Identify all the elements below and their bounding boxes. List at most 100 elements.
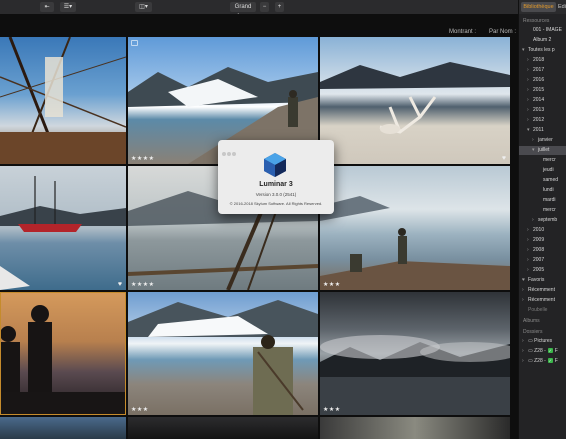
sidebar-item[interactable]: › 2008 [519, 246, 566, 255]
photo-thumbnail[interactable]: ★★★ [128, 292, 318, 415]
folder-item[interactable]: › ▭ Pictures [519, 337, 566, 346]
sidebar-tabs: Bibliothèque Edi [519, 0, 566, 14]
thumbnail-size-select[interactable]: Grand for... [230, 2, 256, 20]
folder-extra-label: F [554, 348, 558, 354]
sidebar-item[interactable]: › 2009 [519, 236, 566, 245]
sidebar-item[interactable]: lundi [519, 186, 566, 195]
photo-thumbnail[interactable] [0, 417, 126, 439]
sidebar-item[interactable]: › 2007 [519, 256, 566, 265]
folder-item[interactable]: › ▭ Z28 - ✓ F [519, 357, 566, 366]
folder-item[interactable]: › ▭ Z28 - ✓ F [519, 347, 566, 356]
sidebar-item-label: 2005 [533, 267, 545, 273]
rating-stars: ★★★★ [131, 156, 155, 162]
rating-stars: ★★★ [323, 282, 341, 288]
sidebar-item[interactable]: › 2016 [519, 76, 566, 85]
sidebar-item-label: 2011 [533, 127, 544, 133]
sidebar-item[interactable]: 001 - IMAGE [519, 26, 566, 35]
sidebar-item-label: mercr [543, 207, 556, 213]
about-dialog: Luminar 3 Version 3.0.0 (2541) © 2016-20… [218, 140, 334, 214]
list-view-button[interactable]: ☰▾ [60, 2, 76, 12]
sidebar-item[interactable]: Poubelle [519, 306, 566, 315]
close-button[interactable] [222, 152, 226, 156]
sidebar-item-label: mardi [543, 197, 556, 203]
sidebar-item[interactable]: Album 2 [519, 36, 566, 45]
sidebar-item[interactable]: mercr [519, 206, 566, 215]
sidebar-item[interactable]: mercr [519, 156, 566, 165]
folders-heading: Dossiers [523, 329, 543, 335]
folder-extra-label: F [554, 358, 558, 364]
photo-thumbnail[interactable]: ★★★ [320, 292, 510, 415]
app-copyright: © 2016-2018 Skylum Software. All Rights … [229, 201, 323, 206]
sidebar-item-label: 2015 [533, 87, 545, 93]
check-icon[interactable]: ✓ [547, 358, 553, 364]
sidebar-item[interactable]: › 2005 [519, 266, 566, 275]
photo-thumbnail[interactable]: ♥ [0, 166, 126, 290]
sidebar-item[interactable]: ▾ 2011 [519, 126, 566, 135]
photo-grid: ★★★★ ★★ ♥ ♥ ★★★★ [0, 37, 518, 439]
rating-stars: ★★★ [323, 407, 341, 413]
sidebar-item-label: 2018 [533, 57, 545, 63]
sidebar-item-label: septemb [538, 217, 558, 223]
sidebar-item[interactable]: › Récemment [519, 296, 566, 305]
sidebar-item-label: 2009 [533, 237, 545, 243]
photo-thumbnail[interactable] [0, 292, 126, 415]
tab-library[interactable]: Bibliothèque [521, 2, 556, 12]
folder-label: Z28 - [534, 358, 546, 364]
sidebar-item[interactable]: › janvier [519, 136, 566, 145]
minimize-button[interactable] [227, 152, 231, 156]
import-button[interactable]: ⇤ [40, 2, 54, 12]
sidebar-item-label: juillet [538, 147, 550, 153]
zoom-out-button[interactable]: − [260, 2, 269, 12]
photo-thumbnail[interactable]: ★★ ♥ [320, 37, 510, 164]
sidebar-toggle-button[interactable]: ◫▾ [135, 2, 152, 12]
sidebar-item-label: mercr [543, 157, 556, 163]
sidebar-item[interactable]: › 2015 [519, 86, 566, 95]
top-toolbar: ⇤ ☰▾ ◫▾ Grand for... − + [0, 0, 518, 20]
sidebar-item-label: Récemment [528, 287, 555, 293]
rating-stars: ★★★ [131, 407, 149, 413]
sidebar-item-label: 2012 [533, 117, 545, 123]
sidebar-item[interactable]: › Récemment [519, 286, 566, 295]
ship-rigging-image [0, 37, 126, 164]
photo-thumbnail[interactable]: ★★★ [320, 166, 510, 290]
tab-edit[interactable]: Edi [558, 2, 566, 12]
sort-order-dropdown[interactable]: Par Nom : [489, 29, 516, 35]
sidebar-item-label: 2017 [533, 67, 545, 73]
edited-badge [131, 40, 138, 46]
sidebar-item[interactable]: mardi [519, 196, 566, 205]
sidebar-item-label: 2013 [533, 107, 545, 113]
zoom-button[interactable] [232, 152, 236, 156]
check-icon[interactable]: ✓ [547, 348, 553, 354]
sidebar-item-label: 2014 [533, 97, 545, 103]
window-controls [222, 143, 237, 161]
red-sailboat-image [0, 176, 126, 290]
favorite-heart-icon[interactable]: ♥ [118, 281, 122, 288]
sidebar-item-label: 001 - IMAGE [533, 27, 562, 33]
sidebar-item[interactable]: samed [519, 176, 566, 185]
folder-label: Z28 - [534, 348, 546, 354]
sidebar-item[interactable]: ♥ Favoris [519, 276, 566, 285]
app-name: Luminar 3 [259, 181, 293, 188]
hikers-fjord-image [320, 196, 510, 290]
sidebar-item[interactable]: › 2010 [519, 226, 566, 235]
photo-thumbnail[interactable] [320, 417, 510, 439]
sidebar-item[interactable]: › 2014 [519, 96, 566, 105]
sidebar-item[interactable]: › 2018 [519, 56, 566, 65]
sidebar-item[interactable]: ▾ Toutes les p [519, 46, 566, 55]
sidebar-item[interactable]: › 2017 [519, 66, 566, 75]
photo-thumbnail[interactable] [128, 417, 318, 439]
sidebar-item-label: Favoris [528, 277, 545, 283]
sidebar-item[interactable]: ▾ juillet [519, 146, 566, 155]
favorite-heart-icon[interactable]: ♥ [502, 155, 506, 162]
sidebar-item[interactable]: › septemb [519, 216, 566, 225]
folder-label: Pictures [534, 338, 553, 344]
photo-thumbnail[interactable] [0, 37, 126, 164]
sidebar-item[interactable]: jeudi [519, 166, 566, 175]
silhouettes-image [0, 305, 126, 415]
show-filter-dropdown[interactable]: Montrant : [449, 29, 476, 35]
zoom-in-button[interactable]: + [275, 2, 284, 12]
sidebar-item[interactable]: › 2013 [519, 106, 566, 115]
library-sidebar: Bibliothèque Edi Ressources 001 - IMAGE A… [518, 0, 566, 439]
sidebar-item-label: 2008 [533, 247, 545, 253]
sidebar-item[interactable]: › 2012 [519, 116, 566, 125]
